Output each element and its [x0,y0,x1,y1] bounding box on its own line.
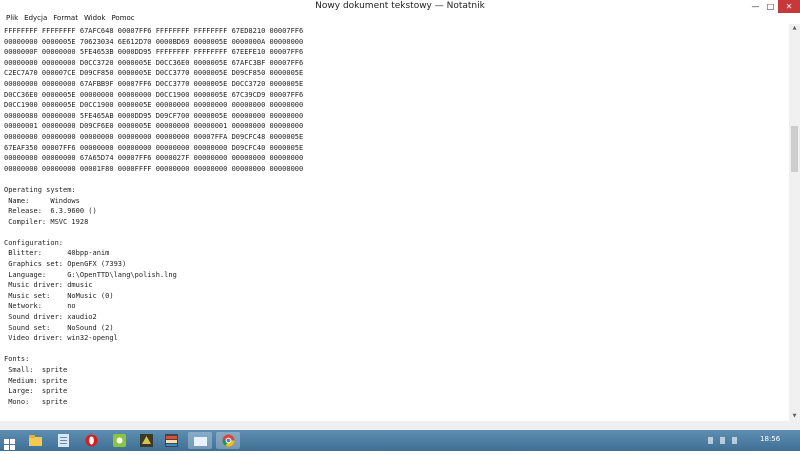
menu-edit[interactable]: Edycja [21,13,50,24]
settings-app-icon[interactable] [111,432,128,449]
scrollbar-corner [789,421,800,430]
scroll-up-button[interactable]: ▲ [789,24,800,33]
notepad-icon[interactable] [55,432,72,449]
horizontal-scrollbar[interactable] [0,421,789,430]
vertical-scrollbar[interactable]: ▲ ▼ [789,24,800,421]
window-title: Nowy dokument tekstowy — Notatnik [315,1,485,11]
file-explorer-icon[interactable] [27,432,44,449]
scroll-thumb[interactable] [791,126,798,172]
title-bar[interactable]: Nowy dokument tekstowy — Notatnik — □ ✕ [0,0,800,13]
close-button[interactable]: ✕ [778,0,800,13]
tray-volume-icon[interactable] [732,437,737,444]
menu-format[interactable]: Format [50,13,81,24]
tray-notification-icon[interactable] [708,437,713,444]
taskbar: 18:56 [0,430,800,451]
maximize-button[interactable]: □ [763,0,778,13]
menu-file[interactable]: Plik [3,13,21,24]
document-text[interactable]: FFFFFFFF FFFFFFFF 67AFC648 00007FF6 FFFF… [0,24,789,407]
minimize-button[interactable]: — [748,0,763,13]
opera-browser-icon[interactable] [83,432,100,449]
taskbar-clock[interactable]: 18:56 [760,435,780,443]
menu-bar: Plik Edycja Format Widok Pomoc [0,13,800,24]
menu-view[interactable]: Widok [81,13,109,24]
windows-start-icon[interactable] [4,435,15,450]
window-icon[interactable] [188,432,212,449]
chrome-browser-icon[interactable] [216,432,240,449]
game-icon[interactable] [138,432,155,449]
scroll-down-button[interactable]: ▼ [789,412,800,421]
openttd-icon[interactable] [163,432,180,449]
text-editor-area[interactable]: FFFFFFFF FFFFFFFF 67AFC648 00007FF6 FFFF… [0,24,789,421]
window-controls: — □ ✕ [748,0,800,13]
menu-help[interactable]: Pomoc [108,13,137,24]
tray-network-icon[interactable] [720,437,725,444]
